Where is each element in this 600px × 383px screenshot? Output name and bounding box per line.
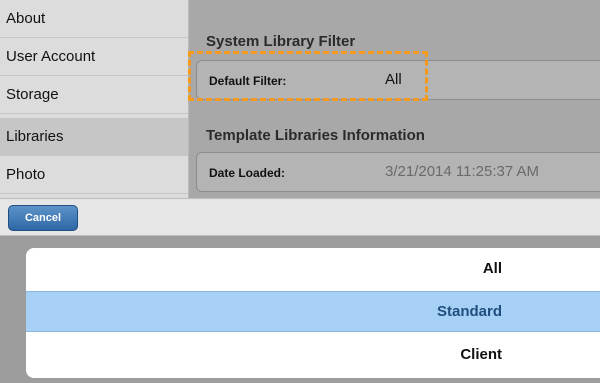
- sidebar-item-about[interactable]: About: [0, 0, 188, 38]
- action-sheet-toolbar: Cancel: [0, 198, 600, 236]
- sidebar-item-storage[interactable]: Storage: [0, 76, 188, 114]
- default-filter-field[interactable]: Default Filter: All: [196, 60, 600, 100]
- settings-sidebar: About User Account Storage Libraries Pho…: [0, 0, 189, 198]
- option-standard[interactable]: Standard: [26, 291, 600, 332]
- sidebar-item-label: Storage: [6, 86, 59, 103]
- sidebar-item-label: User Account: [6, 48, 96, 65]
- system-library-filter-title: System Library Filter: [206, 33, 356, 50]
- option-label: All: [482, 260, 502, 277]
- date-loaded-value: 3/21/2014 11:25:37 AM: [385, 163, 540, 180]
- default-filter-label: Default Filter:: [209, 74, 287, 88]
- option-all[interactable]: All: [26, 248, 600, 289]
- settings-window: About User Account Storage Libraries Pho…: [0, 0, 600, 198]
- option-label: Client: [460, 346, 502, 363]
- sidebar-item-label: About: [6, 10, 46, 27]
- option-client[interactable]: Client: [26, 334, 600, 375]
- option-label: Standard: [436, 303, 502, 320]
- template-libraries-title: Template Libraries Information: [206, 127, 425, 144]
- sidebar-item-label: Photo: [6, 166, 46, 183]
- sidebar-item-label: Libraries: [6, 128, 64, 145]
- sidebar-item-photo[interactable]: Photo: [0, 156, 188, 194]
- filter-option-list: All Standard Client: [26, 248, 600, 378]
- default-filter-value: All: [385, 71, 402, 88]
- libraries-panel: System Library Filter Default Filter: Al…: [189, 0, 600, 198]
- cancel-button[interactable]: Cancel: [8, 205, 78, 231]
- sidebar-item-libraries[interactable]: Libraries: [0, 118, 188, 156]
- date-loaded-field: Date Loaded: 3/21/2014 11:25:37 AM: [196, 152, 600, 192]
- date-loaded-label: Date Loaded:: [209, 166, 286, 180]
- sidebar-item-user-account[interactable]: User Account: [0, 38, 188, 76]
